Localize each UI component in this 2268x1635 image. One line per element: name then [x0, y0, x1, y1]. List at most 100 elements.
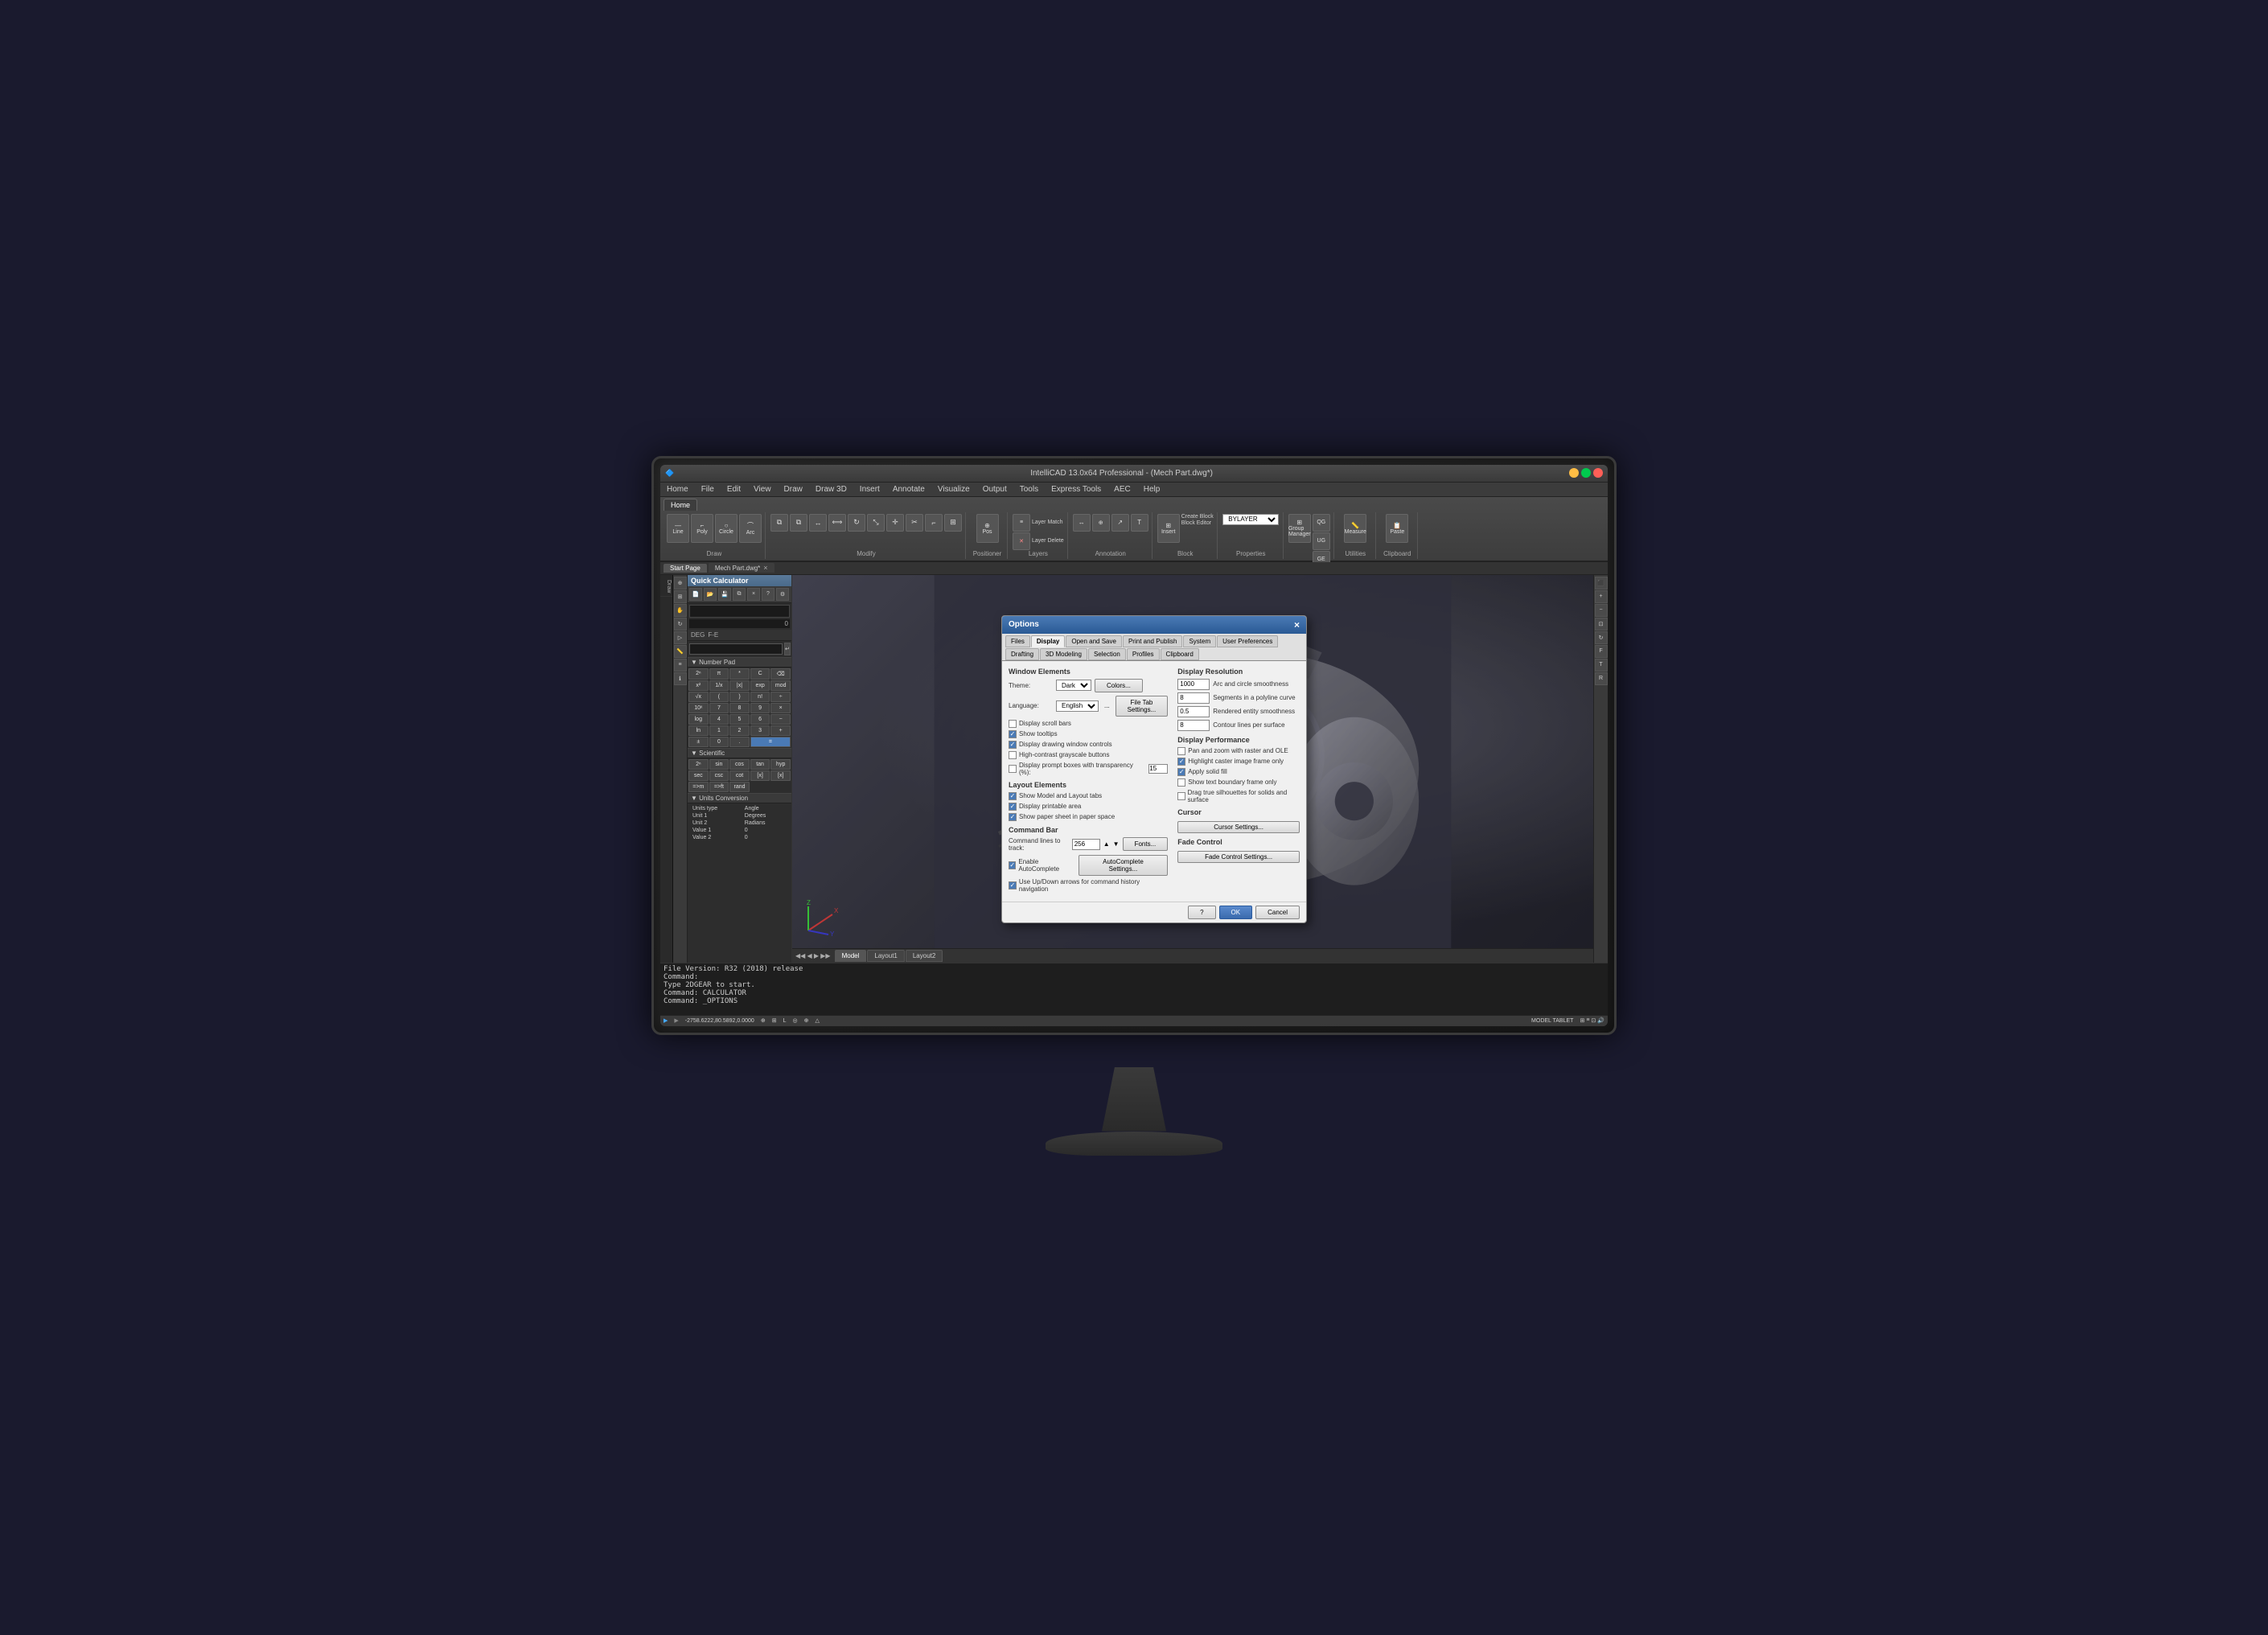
move-button[interactable]: ✛	[886, 514, 904, 532]
dlg-tab-display[interactable]: Display	[1031, 635, 1065, 647]
calc-rparen[interactable]: )	[729, 692, 750, 702]
status-grid[interactable]: ⊞	[772, 1017, 777, 1024]
rotate-button[interactable]: ↻	[848, 514, 865, 532]
calc-deg-mode[interactable]: DEG	[691, 631, 705, 639]
view-front-button[interactable]: F	[1595, 645, 1608, 658]
dialog-help-button[interactable]: ?	[1188, 906, 1215, 919]
view-top-button[interactable]: T	[1595, 659, 1608, 672]
dlg-tab-clipboard[interactable]: Clipboard	[1161, 648, 1199, 660]
dialog-cancel-button[interactable]: Cancel	[1255, 906, 1300, 919]
status-icon-1[interactable]: ⊞	[1580, 1017, 1584, 1024]
calc-enter-button[interactable]: ↵	[784, 643, 791, 655]
fonts-button[interactable]: Fonts...	[1123, 837, 1169, 851]
sci-sin[interactable]: sin	[709, 759, 729, 770]
center-point-button[interactable]: ⊕	[1092, 514, 1110, 532]
theme-select[interactable]: Dark Light	[1056, 680, 1091, 691]
menu-visualize[interactable]: Visualize	[935, 485, 973, 494]
calc-0[interactable]: 0	[709, 737, 729, 747]
calc-mod[interactable]: mod	[770, 680, 791, 691]
menu-view[interactable]: View	[750, 485, 774, 494]
clone-button[interactable]: ⧉	[790, 514, 807, 532]
menu-annotate[interactable]: Annotate	[890, 485, 928, 494]
calc-inv[interactable]: 1/x	[709, 680, 729, 691]
sci-tan[interactable]: tan	[750, 759, 770, 770]
status-icon-3[interactable]: ⊡	[1591, 1017, 1596, 1024]
line-button[interactable]: —Line	[667, 514, 689, 543]
language-select[interactable]: English	[1056, 700, 1099, 712]
arc-button[interactable]: ⌒Arc	[739, 514, 762, 543]
cursor-settings-button[interactable]: Cursor Settings...	[1177, 821, 1300, 833]
polyline-segments-input[interactable]	[1177, 692, 1210, 704]
status-isnap[interactable]: ⊕	[804, 1017, 809, 1024]
menu-draw3d[interactable]: Draw 3D	[812, 485, 850, 494]
dlg-tab-drafting[interactable]: Drafting	[1005, 648, 1039, 660]
calc-log[interactable]: log	[688, 714, 709, 725]
insert-block-button[interactable]: ⊞Insert	[1157, 514, 1180, 543]
mech-part-close[interactable]: ×	[763, 564, 767, 572]
transparency-input[interactable]	[1148, 764, 1168, 774]
zoom-in-button[interactable]: +	[1595, 590, 1608, 603]
nav-draw[interactable]: Draw	[660, 577, 672, 597]
updown-arrows-checkbox[interactable]: ✓	[1009, 881, 1017, 889]
close-button[interactable]	[1593, 468, 1603, 478]
layer-tool-button[interactable]: ≡	[674, 659, 687, 672]
menu-output[interactable]: Output	[980, 485, 1010, 494]
view-cube-button[interactable]: ⬛	[1595, 577, 1608, 590]
sci-toft[interactable]: =>ft	[709, 782, 729, 792]
pan-zoom-checkbox[interactable]	[1177, 747, 1185, 755]
calc-help-button[interactable]: ?	[762, 588, 774, 601]
dlg-tab-open-save[interactable]: Open and Save	[1066, 635, 1122, 647]
group-manager-button[interactable]: ⊞Group Manager	[1288, 514, 1311, 543]
ribbon-tab-home[interactable]: Home	[664, 499, 697, 511]
apply-solid-checkbox[interactable]: ✓	[1177, 768, 1185, 776]
calc-minus[interactable]: −	[770, 714, 791, 725]
zoom-fit-button[interactable]: ⊡	[1595, 618, 1608, 631]
status-ortho[interactable]: L	[783, 1018, 787, 1024]
positioner-button[interactable]: ⊕Pos	[976, 514, 999, 543]
menu-aec[interactable]: AEC	[1111, 485, 1134, 494]
contour-lines-input[interactable]	[1177, 720, 1210, 731]
select-button[interactable]: ▷	[674, 631, 687, 644]
window-controls-checkbox[interactable]: ✓	[1009, 741, 1017, 749]
printable-area-checkbox[interactable]: ✓	[1009, 803, 1017, 811]
zoom-button[interactable]: ⊞	[674, 590, 687, 603]
quick-group-button[interactable]: QG	[1313, 514, 1330, 532]
calc-div[interactable]: ÷	[770, 692, 791, 702]
view-right-button[interactable]: R	[1595, 672, 1608, 685]
dlg-tab-selection[interactable]: Selection	[1088, 648, 1126, 660]
pan-button[interactable]: ✋	[674, 604, 687, 617]
calc-save-button[interactable]: 💾	[718, 588, 731, 601]
rendered-smoothness-input[interactable]	[1177, 706, 1210, 717]
paper-sheet-checkbox[interactable]: ✓	[1009, 813, 1017, 821]
calc-sq[interactable]: x²	[688, 680, 709, 691]
dialog-close-button[interactable]: ×	[1294, 619, 1300, 631]
measure-tool-button[interactable]: 📏	[674, 645, 687, 658]
status-dtrack[interactable]: △	[815, 1017, 819, 1024]
paste-button[interactable]: 📋Paste	[1386, 514, 1408, 543]
orbit-button[interactable]: ↻	[674, 618, 687, 631]
calc-dot[interactable]: .	[729, 737, 750, 747]
cmd-lines-input[interactable]	[1072, 839, 1100, 850]
layout1-tab[interactable]: Layout1	[867, 950, 904, 962]
dlg-tab-files[interactable]: Files	[1005, 635, 1030, 647]
menu-express[interactable]: Express Tools	[1048, 485, 1104, 494]
calc-mult[interactable]: *	[729, 668, 750, 680]
dlg-tab-profiles[interactable]: Profiles	[1127, 648, 1160, 660]
menu-edit[interactable]: Edit	[724, 485, 744, 494]
scientific-section[interactable]: ▼ Scientific	[688, 748, 791, 758]
mirror-button[interactable]: ⟺	[828, 514, 846, 532]
status-snap[interactable]: ⊕	[761, 1017, 766, 1024]
calc-4[interactable]: 4	[709, 714, 729, 725]
circle-button[interactable]: ○Circle	[715, 514, 738, 543]
calc-display[interactable]	[689, 605, 790, 618]
menu-insert[interactable]: Insert	[857, 485, 883, 494]
minimize-button[interactable]	[1569, 468, 1579, 478]
menu-tools[interactable]: Tools	[1017, 485, 1042, 494]
text-button[interactable]: T	[1131, 514, 1148, 532]
sci-rand[interactable]: rand	[729, 782, 750, 792]
model-tab[interactable]: Model	[835, 950, 867, 962]
ungroup-button[interactable]: UG	[1313, 532, 1330, 550]
number-pad-section[interactable]: ▼ Number Pad	[688, 657, 791, 668]
sci-csc[interactable]: csc	[709, 770, 729, 781]
calc-clear-button[interactable]: ×	[747, 588, 760, 601]
